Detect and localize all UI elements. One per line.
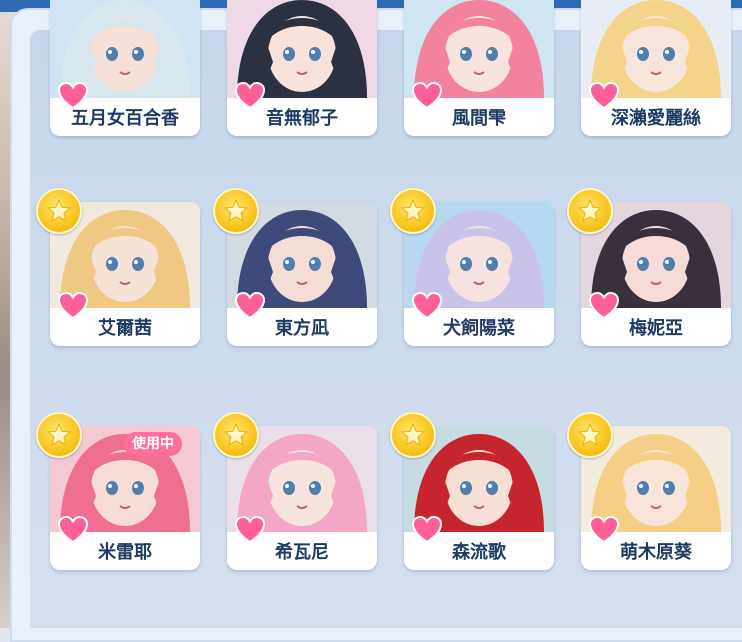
character-name: 梅妮亞	[629, 318, 683, 339]
star-icon	[390, 188, 436, 234]
character-name: 森流歌	[452, 542, 506, 563]
character-name: 萌木原葵	[620, 542, 692, 563]
character-name: 五月女百合香	[71, 108, 179, 129]
star-icon	[213, 412, 259, 458]
star-icon	[390, 412, 436, 458]
character-name: 深瀨愛麗絲	[611, 108, 701, 129]
character-card[interactable]: 五月女百合香	[50, 0, 200, 136]
star-icon	[213, 188, 259, 234]
star-icon	[36, 412, 82, 458]
character-name: 音無郁子	[266, 108, 338, 129]
star-icon	[567, 188, 613, 234]
character-card[interactable]: 深瀨愛麗絲	[581, 0, 731, 136]
character-name: 風間雫	[452, 108, 506, 129]
character-name: 東方凪	[275, 318, 329, 339]
star-icon	[36, 188, 82, 234]
character-card[interactable]: 音無郁子	[227, 0, 377, 136]
character-card[interactable]: 風間雫	[404, 0, 554, 136]
character-name: 犬飼陽菜	[443, 318, 515, 339]
in-use-badge: 使用中	[124, 432, 182, 456]
star-icon	[567, 412, 613, 458]
character-name: 希瓦尼	[275, 542, 329, 563]
character-name: 艾爾茜	[98, 318, 152, 339]
character-name: 米雷耶	[98, 542, 152, 563]
